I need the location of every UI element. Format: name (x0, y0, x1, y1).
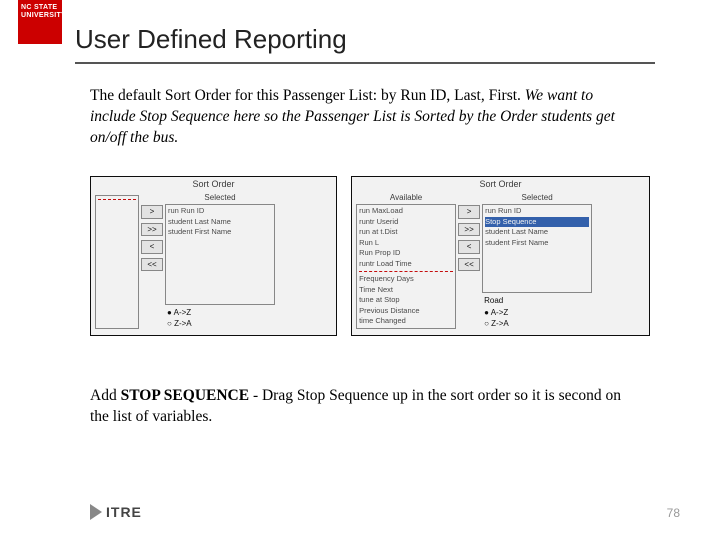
sort-order-panel-before: Sort Order > >> < << Selected run Run ID… (90, 176, 337, 336)
intro-text: The default Sort Order for this Passenge… (90, 86, 630, 149)
radio-desc[interactable]: Z->A (484, 318, 592, 329)
footer-logo-text: ITRE (106, 504, 142, 520)
list-item[interactable]: runtr Userid (359, 217, 453, 228)
sort-direction-radios: Road A->Z Z->A (482, 293, 592, 329)
list-item[interactable]: Frequency Days (359, 274, 453, 285)
selected-header: Selected (482, 193, 592, 202)
page-number: 78 (667, 506, 680, 520)
radio-desc[interactable]: Z->A (167, 318, 275, 329)
list-item-selected[interactable]: Stop Sequence (485, 217, 589, 228)
available-col: Available run MaxLoad runtr Userid run a… (356, 193, 456, 329)
move-buttons: > >> < << (458, 193, 480, 329)
move-all-right-button[interactable]: >> (141, 223, 163, 237)
move-all-left-button[interactable]: << (458, 258, 480, 272)
list-item[interactable]: run at t.Dist (359, 227, 453, 238)
slide-title: User Defined Reporting (75, 24, 347, 55)
sort-order-panel-after: Sort Order Available run MaxLoad runtr U… (351, 176, 650, 336)
available-list[interactable] (95, 195, 139, 329)
list-item[interactable]: run Run ID (485, 206, 589, 217)
panel-title: Sort Order (91, 177, 336, 191)
available-col (95, 193, 139, 329)
radio-asc[interactable]: A->Z (167, 307, 275, 318)
list-item[interactable]: run MaxLoad (359, 206, 453, 217)
move-all-right-button[interactable]: >> (458, 223, 480, 237)
radio-asc[interactable]: A->Z (484, 307, 592, 318)
move-all-left-button[interactable]: << (141, 258, 163, 272)
logo-line2: UNIVERSITY (21, 12, 59, 20)
move-buttons: > >> < << (141, 193, 163, 329)
selected-col: Selected run Run ID student Last Name st… (165, 193, 275, 329)
available-list[interactable]: run MaxLoad runtr Userid run at t.Dist R… (356, 204, 456, 329)
screenshot-panels: Sort Order > >> < << Selected run Run ID… (90, 176, 650, 344)
list-item[interactable]: Previous Distance (359, 306, 453, 317)
instruction-bold: STOP SEQUENCE (121, 387, 250, 404)
list-item[interactable]: student First Name (168, 227, 272, 238)
list-item[interactable]: time Changed (359, 316, 453, 327)
list-item[interactable]: Run Prop ID (359, 248, 453, 259)
move-left-button[interactable]: < (458, 240, 480, 254)
move-left-button[interactable]: < (141, 240, 163, 254)
panel-title: Sort Order (352, 177, 649, 191)
itre-logo: ITRE (90, 504, 142, 520)
move-right-button[interactable]: > (458, 205, 480, 219)
title-underline (75, 62, 655, 64)
intro-plain: The default Sort Order for this Passenge… (90, 87, 525, 104)
selected-col: Selected run Run ID Stop Sequence studen… (482, 193, 592, 329)
list-item[interactable]: Run L (359, 238, 453, 249)
list-item[interactable]: student Last Name (485, 227, 589, 238)
sort-direction-radios: A->Z Z->A (165, 305, 275, 329)
available-header: Available (356, 193, 456, 202)
list-item[interactable]: tune at Stop (359, 295, 453, 306)
list-item[interactable]: runtr Load Time (359, 259, 453, 270)
selected-header: Selected (165, 193, 275, 202)
list-item[interactable]: Time Next (359, 285, 453, 296)
dashed-line (359, 271, 453, 272)
selected-list[interactable]: run Run ID Stop Sequence student Last Na… (482, 204, 592, 293)
ncstate-logo: NC STATE UNIVERSITY (18, 0, 62, 44)
dashed-line (98, 199, 136, 200)
instruction-lead: Add (90, 387, 121, 404)
move-right-button[interactable]: > (141, 205, 163, 219)
instruction-text: Add STOP SEQUENCE - Drag Stop Sequence u… (90, 386, 630, 428)
logo-line1: NC STATE (21, 4, 59, 12)
selected-list[interactable]: run Run ID student Last Name student Fir… (165, 204, 275, 305)
list-item[interactable]: run Run ID (168, 206, 272, 217)
list-item[interactable]: student Last Name (168, 217, 272, 228)
arrow-icon (90, 504, 102, 520)
radios-label: Road (484, 295, 592, 306)
list-item[interactable]: student First Name (485, 238, 589, 249)
